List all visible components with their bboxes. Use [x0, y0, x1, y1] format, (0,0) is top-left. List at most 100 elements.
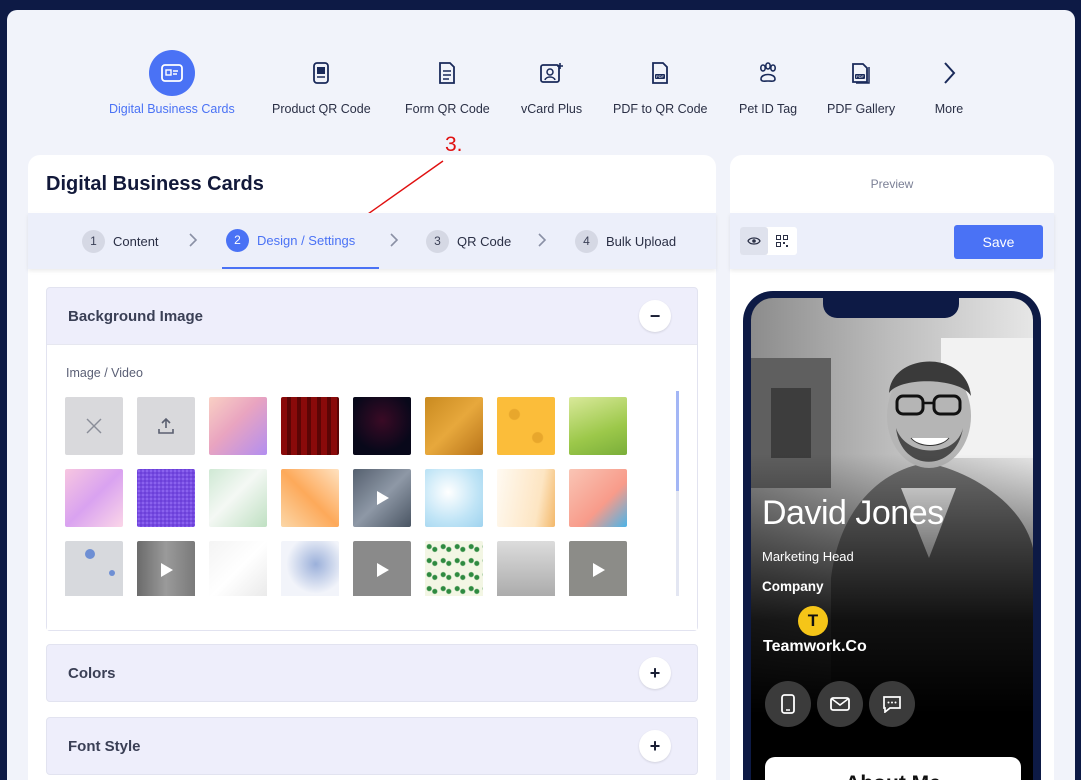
colors-section: Colors +: [46, 644, 698, 702]
chevron-right-icon: [926, 50, 972, 96]
nav-pdf-gallery[interactable]: PDF PDF Gallery: [827, 50, 895, 116]
background-image-body: Image / Video: [47, 344, 697, 630]
background-thumbnail[interactable]: [65, 541, 123, 596]
background-thumbnail[interactable]: [569, 469, 627, 527]
background-thumbnail[interactable]: [209, 541, 267, 596]
chevron-right-icon: [188, 232, 198, 253]
id-card-icon: [148, 50, 195, 96]
image-video-label: Image / Video: [66, 366, 143, 380]
step-label: Design / Settings: [257, 232, 356, 248]
section-title: Colors: [68, 664, 116, 682]
pdf-gallery-icon: PDF: [838, 50, 884, 96]
nav-form-qr-code[interactable]: Form QR Code: [405, 50, 490, 116]
background-grid: [65, 397, 665, 596]
video-thumbnail[interactable]: [353, 469, 411, 527]
message-icon: [883, 696, 901, 713]
upload-tile[interactable]: [137, 397, 195, 455]
background-thumbnail[interactable]: [497, 397, 555, 455]
video-thumbnail[interactable]: [137, 541, 195, 596]
nav-pdf-to-qr-code[interactable]: PDF PDF to QR Code: [613, 50, 707, 116]
expand-button[interactable]: +: [639, 657, 671, 689]
grid-scrollbar-thumb[interactable]: [676, 391, 679, 491]
bubble-pattern: [85, 549, 115, 576]
font-style-section: Font Style +: [46, 717, 698, 775]
company-logo: T: [798, 606, 828, 636]
card-name: David Jones: [762, 494, 944, 532]
background-image-section: Background Image − Image / Video: [46, 287, 698, 631]
play-icon: [161, 563, 173, 577]
eye-icon[interactable]: [740, 227, 768, 255]
step-number: 1: [82, 229, 105, 253]
section-title: Background Image: [68, 307, 204, 325]
play-icon: [377, 563, 389, 577]
vcard-icon: [529, 50, 575, 96]
product-icon: [298, 50, 344, 96]
expand-button[interactable]: +: [639, 730, 671, 762]
close-icon: [86, 418, 102, 434]
background-thumbnail[interactable]: [65, 469, 123, 527]
background-thumbnail[interactable]: [137, 469, 195, 527]
company-logo-text: Teamwork.Co: [763, 638, 867, 655]
step-number: 3: [426, 229, 449, 253]
step-label: Bulk Upload: [606, 233, 677, 249]
step-qr-code[interactable]: 3 QR Code: [426, 213, 511, 269]
background-thumbnail[interactable]: [281, 397, 339, 455]
nav-label: PDF Gallery: [827, 102, 896, 116]
step-tabs: 1 Content 2 Design / Settings 3 QR Code …: [28, 213, 716, 269]
background-thumbnail[interactable]: [425, 397, 483, 455]
collapse-button[interactable]: −: [639, 300, 671, 332]
background-thumbnail[interactable]: [569, 397, 627, 455]
step-design-settings[interactable]: 2 Design / Settings: [222, 213, 379, 269]
background-thumbnail[interactable]: [281, 469, 339, 527]
nav-label: Digital Business Cards: [109, 102, 235, 116]
video-thumbnail[interactable]: [569, 541, 627, 596]
nav-product-qr-code[interactable]: Product QR Code: [272, 50, 371, 116]
app-sheet: Digital Business Cards Product QR Code F…: [7, 10, 1075, 780]
colors-header[interactable]: Colors +: [47, 645, 697, 701]
svg-text:PDF: PDF: [656, 74, 665, 79]
nav-label: Form QR Code: [405, 102, 490, 116]
step-number: 2: [226, 228, 249, 252]
no-background-tile[interactable]: [65, 397, 123, 455]
nav-label: Pet ID Tag: [739, 102, 798, 116]
save-button[interactable]: Save: [954, 225, 1043, 259]
nav-label: More: [934, 102, 964, 116]
nav-vcard-plus[interactable]: vCard Plus: [521, 50, 582, 116]
background-thumbnail[interactable]: [209, 469, 267, 527]
nav-digital-business-cards[interactable]: Digital Business Cards: [109, 50, 235, 116]
chevron-right-icon: [537, 232, 547, 253]
phone-icon: [781, 694, 795, 714]
background-image-header[interactable]: Background Image −: [47, 288, 697, 344]
step-bulk-upload[interactable]: 4 Bulk Upload: [575, 213, 676, 269]
phone-notch: [823, 298, 959, 318]
background-thumbnail[interactable]: [425, 541, 483, 596]
phone-button[interactable]: [765, 681, 811, 727]
annotation-label: 3.: [445, 133, 463, 156]
sms-button[interactable]: [869, 681, 915, 727]
video-thumbnail[interactable]: [353, 541, 411, 596]
step-label: Content: [113, 233, 159, 249]
background-thumbnail[interactable]: [281, 541, 339, 596]
nav-more[interactable]: More: [926, 50, 972, 116]
background-thumbnail[interactable]: [425, 469, 483, 527]
play-icon: [593, 563, 605, 577]
email-button[interactable]: [817, 681, 863, 727]
nav-pet-id-tag[interactable]: Pet ID Tag: [739, 50, 797, 116]
section-title: Font Style: [68, 737, 141, 755]
background-thumbnail[interactable]: [353, 397, 411, 455]
qr-code-icon[interactable]: [768, 227, 796, 255]
card-company-label: Company: [762, 579, 824, 594]
background-thumbnail[interactable]: [497, 469, 555, 527]
phone-screen: David Jones Marketing Head Company T Tea…: [751, 298, 1033, 780]
upload-icon: [158, 417, 174, 434]
product-nav: Digital Business Cards Product QR Code F…: [7, 10, 1075, 130]
background-thumbnail[interactable]: [209, 397, 267, 455]
background-thumbnail[interactable]: [497, 541, 555, 596]
nav-label: PDF to QR Code: [613, 102, 708, 116]
font-style-header[interactable]: Font Style +: [47, 718, 697, 774]
play-icon: [377, 491, 389, 505]
step-number: 4: [575, 229, 598, 253]
preview-panel: Preview Save David Jones Marketing Head …: [730, 155, 1054, 780]
preview-toolbar: Save: [730, 213, 1054, 269]
step-content[interactable]: 1 Content: [82, 213, 159, 269]
